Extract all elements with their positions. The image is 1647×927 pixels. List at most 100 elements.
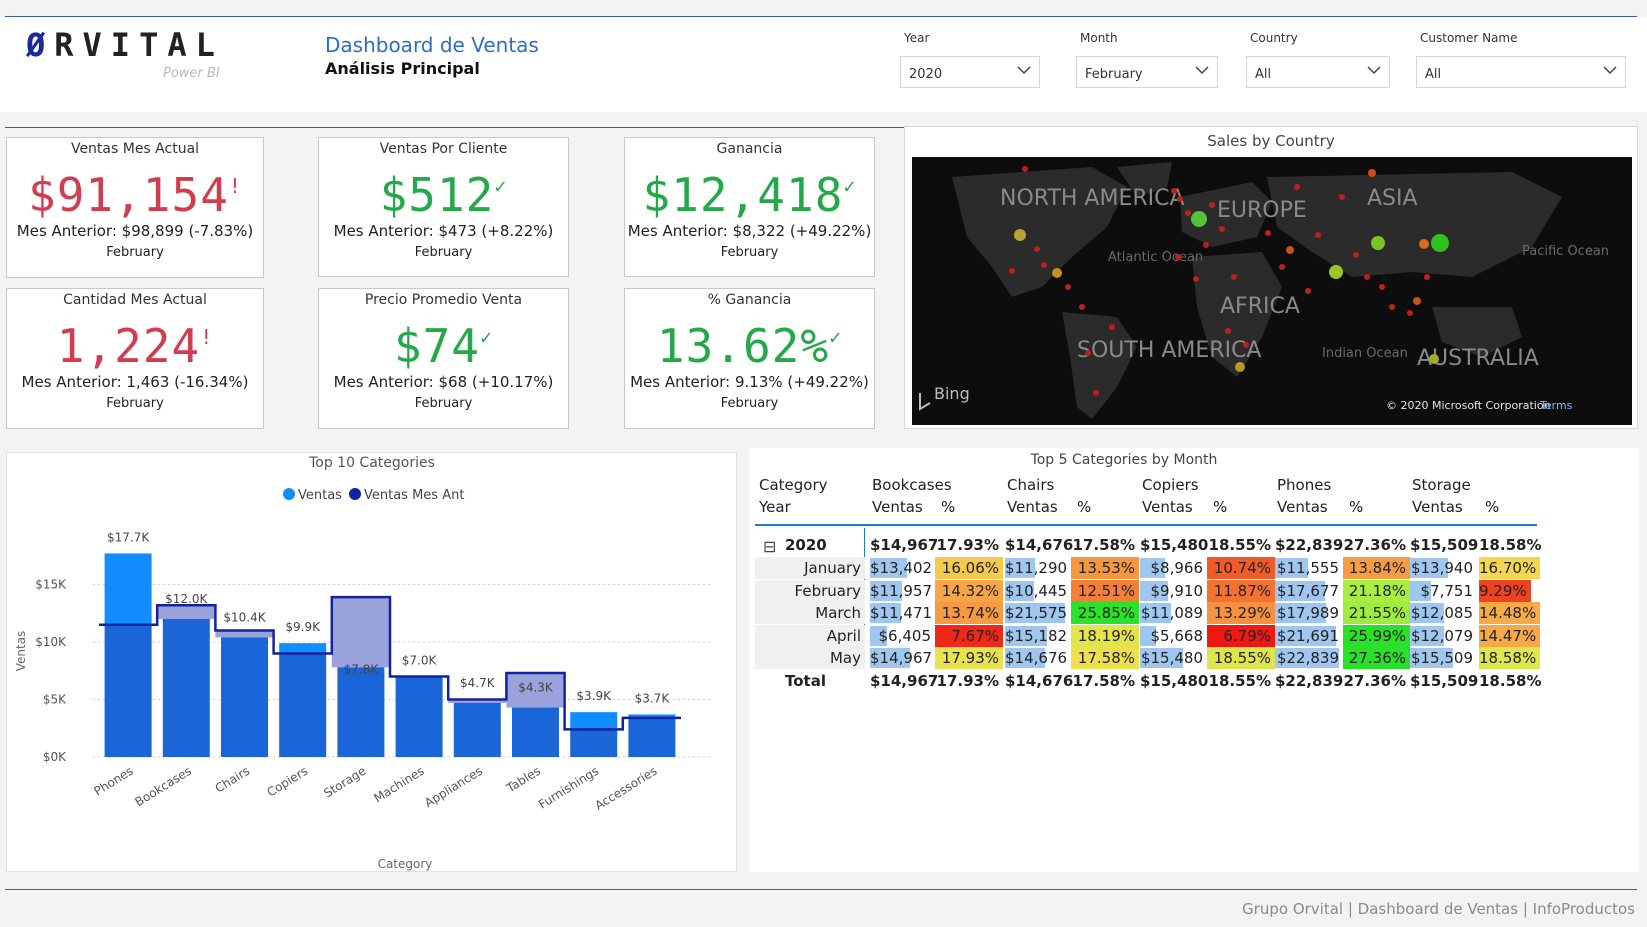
customer-filter-dropdown[interactable]: All bbox=[1416, 56, 1626, 88]
matrix-cell[interactable]: $11,471 bbox=[870, 602, 935, 624]
matrix-cell[interactable]: 14.47% bbox=[1479, 624, 1541, 647]
kpi-ventas-por-cliente[interactable]: Ventas Por Cliente $512✓ Mes Anterior: $… bbox=[318, 137, 569, 277]
matrix-cell[interactable]: 17.93% bbox=[935, 670, 1003, 692]
matrix-cell[interactable]: $17,989 bbox=[1275, 602, 1343, 624]
matrix-cell[interactable]: $12,085 bbox=[1410, 602, 1477, 624]
matrix-cell[interactable]: $21,691 bbox=[1275, 625, 1343, 647]
matrix-cell[interactable]: $13,402 bbox=[870, 557, 935, 579]
matrix-cell[interactable]: $11,957 bbox=[870, 580, 935, 602]
world-map[interactable]: NORTH AMERICA EUROPE ASIA AFRICA SOUTH A… bbox=[912, 157, 1632, 425]
matrix-cell[interactable]: $15,509 bbox=[1410, 670, 1478, 692]
matrix-cell[interactable]: 7.67% bbox=[935, 624, 1003, 647]
matrix-cell[interactable]: 21.55% bbox=[1343, 602, 1410, 624]
matrix-cell[interactable]: $9,910 bbox=[1140, 580, 1207, 602]
overlap-bar[interactable] bbox=[162, 619, 210, 757]
matrix-cell[interactable]: 18.58% bbox=[1479, 647, 1541, 669]
matrix-cell[interactable]: 17.93% bbox=[935, 534, 1003, 556]
kpi-ganancia[interactable]: Ganancia $12,418✓ Mes Anterior: $8,322 (… bbox=[624, 137, 875, 277]
matrix-cell[interactable]: 12.51% bbox=[1071, 579, 1139, 602]
matrix-cell[interactable]: $15,480 bbox=[1140, 670, 1208, 692]
overlap-bar[interactable] bbox=[395, 676, 443, 758]
overlap-bar[interactable] bbox=[221, 637, 268, 757]
matrix-cell[interactable]: $6,405 bbox=[870, 625, 935, 647]
matrix-cell[interactable]: $14,676 bbox=[1005, 647, 1071, 669]
matrix-cell[interactable]: $14,967 bbox=[870, 647, 935, 669]
overlap-bar[interactable] bbox=[628, 717, 676, 757]
matrix-cell[interactable]: 18.55% bbox=[1207, 670, 1275, 692]
matrix-cell[interactable]: 17.58% bbox=[1071, 534, 1139, 556]
current-month-bar[interactable] bbox=[279, 643, 327, 654]
matrix-cell[interactable]: 18.55% bbox=[1207, 534, 1275, 556]
matrix-cell[interactable]: $22,839 bbox=[1275, 534, 1343, 556]
matrix-cell[interactable]: 18.58% bbox=[1479, 534, 1545, 556]
overlap-bar[interactable] bbox=[512, 707, 559, 757]
matrix-cell[interactable]: 13.84% bbox=[1343, 557, 1410, 579]
matrix-cell[interactable]: 13.74% bbox=[935, 602, 1003, 624]
matrix-cell[interactable]: $22,839 bbox=[1275, 670, 1343, 692]
prev-month-bar[interactable] bbox=[157, 605, 216, 619]
overlap-bar[interactable] bbox=[453, 702, 501, 757]
prev-month-bar[interactable] bbox=[331, 597, 390, 668]
top-10-categories-chart[interactable]: Top 10 Categories Ventas Ventas Mes Ant … bbox=[7, 453, 738, 873]
matrix-cell[interactable]: $14,676 bbox=[1005, 670, 1073, 692]
collapse-icon[interactable]: ⊟ bbox=[763, 536, 776, 558]
year-filter-dropdown[interactable]: 2020 bbox=[900, 56, 1040, 88]
matrix-cell[interactable]: $14,967 bbox=[870, 670, 938, 692]
matrix-cell[interactable]: $5,668 bbox=[1140, 625, 1207, 647]
kpi-ventas-mes-actual[interactable]: Ventas Mes Actual $91,154! Mes Anterior:… bbox=[6, 137, 264, 278]
kpi-precio-promedio-venta[interactable]: Precio Promedio Venta $74✓ Mes Anterior:… bbox=[318, 288, 569, 429]
matrix-cell[interactable]: 27.36% bbox=[1343, 534, 1410, 556]
matrix-cell[interactable]: $15,182 bbox=[1005, 625, 1071, 647]
matrix-cell[interactable]: 18.58% bbox=[1479, 670, 1545, 692]
matrix-cell[interactable]: 13.53% bbox=[1071, 557, 1139, 579]
matrix-cell[interactable]: $17,677 bbox=[1275, 580, 1343, 602]
matrix-cell[interactable]: $11,089 bbox=[1140, 602, 1207, 624]
matrix-cell[interactable]: 10.74% bbox=[1207, 557, 1275, 579]
overlap-bar[interactable] bbox=[337, 667, 385, 757]
matrix-cell[interactable]: 27.36% bbox=[1343, 647, 1410, 669]
matrix-cell[interactable]: 17.58% bbox=[1071, 670, 1139, 692]
matrix-cell[interactable]: $15,509 bbox=[1410, 534, 1478, 556]
matrix-cell[interactable]: 16.06% bbox=[935, 557, 1003, 579]
matrix-cell[interactable]: $11,290 bbox=[1005, 557, 1071, 579]
matrix-cell[interactable]: 13.29% bbox=[1207, 602, 1275, 624]
matrix-cell[interactable]: 14.32% bbox=[935, 579, 1003, 602]
map-terms-link[interactable]: Terms bbox=[1539, 399, 1573, 412]
kpi-cantidad-mes-actual[interactable]: Cantidad Mes Actual 1,224! Mes Anterior:… bbox=[6, 288, 264, 429]
cell-value: $5,668 bbox=[1150, 626, 1204, 645]
matrix-cell[interactable]: 14.48% bbox=[1479, 602, 1541, 624]
matrix-cell[interactable]: 25.85% bbox=[1071, 602, 1139, 624]
matrix-cell[interactable]: 18.19% bbox=[1071, 624, 1139, 647]
matrix-cell[interactable]: $10,445 bbox=[1005, 580, 1071, 602]
current-month-bar[interactable] bbox=[104, 553, 152, 625]
matrix-cell[interactable]: 27.36% bbox=[1343, 670, 1410, 692]
matrix-cell[interactable]: $11,555 bbox=[1275, 557, 1343, 579]
overlap-bar[interactable] bbox=[104, 624, 152, 757]
matrix-cell[interactable]: $15,480 bbox=[1140, 534, 1208, 556]
matrix-cell[interactable]: 17.93% bbox=[935, 647, 1003, 669]
matrix-cell[interactable]: 18.55% bbox=[1207, 647, 1275, 669]
month-filter-dropdown[interactable]: February bbox=[1076, 56, 1218, 88]
matrix-cell[interactable]: $7,751 bbox=[1410, 580, 1477, 602]
kpi-porcentaje-ganancia[interactable]: % Ganancia 13.62%✓ Mes Anterior: 9.13% (… bbox=[624, 288, 875, 429]
matrix-cell[interactable]: $14,676 bbox=[1005, 534, 1073, 556]
country-filter-dropdown[interactable]: All bbox=[1246, 56, 1390, 88]
matrix-cell[interactable]: $21,575 bbox=[1005, 602, 1071, 624]
matrix-cell[interactable]: $12,079 bbox=[1410, 625, 1477, 647]
matrix-cell[interactable]: $8,966 bbox=[1140, 557, 1207, 579]
matrix-cell[interactable]: 9.29% bbox=[1479, 579, 1531, 602]
matrix-cell[interactable]: 16.70% bbox=[1479, 557, 1541, 579]
matrix-cell[interactable]: 6.79% bbox=[1207, 624, 1275, 647]
matrix-cell[interactable]: 11.87% bbox=[1207, 579, 1275, 602]
matrix-cell[interactable]: $13,940 bbox=[1410, 557, 1477, 579]
matrix-cell[interactable]: $15,480 bbox=[1140, 647, 1207, 669]
overlap-bar[interactable] bbox=[570, 729, 618, 757]
matrix-cell[interactable]: $22,839 bbox=[1275, 647, 1343, 669]
overlap-bar[interactable] bbox=[279, 653, 327, 758]
matrix-cell[interactable]: $15,509 bbox=[1410, 647, 1477, 669]
matrix-cell[interactable]: 21.18% bbox=[1343, 579, 1410, 602]
current-month-bar[interactable] bbox=[570, 712, 618, 730]
matrix-cell[interactable]: 17.58% bbox=[1071, 647, 1139, 669]
matrix-cell[interactable]: $14,967 bbox=[870, 534, 938, 556]
matrix-cell[interactable]: 25.99% bbox=[1343, 624, 1410, 647]
